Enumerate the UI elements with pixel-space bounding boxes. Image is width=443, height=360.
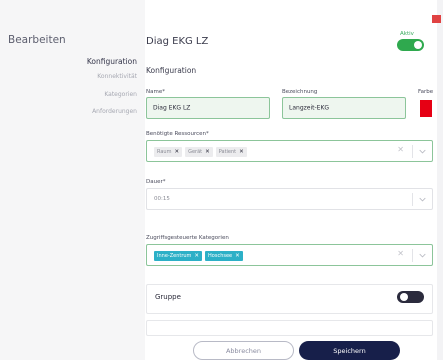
select-divider: [412, 249, 413, 262]
dialog-title: Diag EKG LZ: [146, 36, 209, 47]
gruppe-card: Gruppe: [146, 284, 433, 314]
cancel-button[interactable]: Abbrechen: [193, 341, 294, 360]
name-value: Diag EKG LZ: [153, 104, 191, 112]
select-divider: [412, 145, 413, 158]
remove-icon[interactable]: ✕: [174, 149, 179, 155]
save-button[interactable]: Speichern: [299, 341, 400, 360]
chip-label: Patient: [218, 149, 237, 155]
remove-icon[interactable]: ✕: [239, 149, 244, 155]
bezeichnung-label: Bezeichnung: [282, 89, 318, 95]
section-title: Konfiguration: [146, 66, 197, 75]
clear-icon[interactable]: ✕: [397, 145, 404, 154]
chip-geraet: Gerät ✕: [185, 147, 213, 157]
chip-inne-zentrum: Inne-Zentrum ✕: [154, 251, 203, 261]
chip-label: Inne-Zentrum: [157, 253, 192, 259]
sidebar-item-kategorien[interactable]: Kategorien: [104, 91, 137, 98]
farbe-label: Farbe: [418, 89, 434, 95]
color-swatch[interactable]: [420, 100, 432, 117]
ressourcen-select[interactable]: Raum ✕ Gerät ✕ Patient ✕ ✕: [146, 140, 433, 162]
chip-label: Gerät: [188, 149, 203, 155]
close-marker[interactable]: [432, 15, 441, 23]
active-toggle-label: Aktiv: [400, 31, 414, 37]
chip-label: Hoschsee: [208, 253, 233, 259]
chip-raum: Raum ✕: [154, 147, 183, 157]
dauer-value: 00:15: [154, 196, 170, 202]
remove-icon[interactable]: ✕: [235, 253, 240, 259]
chip-hoschsee: Hoschsee ✕: [205, 251, 243, 261]
sidebar-item-konfiguration[interactable]: Konfiguration: [87, 57, 137, 66]
chip-label: Raum: [157, 149, 172, 155]
name-field[interactable]: Diag EKG LZ: [146, 97, 270, 119]
next-card: [146, 320, 433, 336]
gruppe-label: Gruppe: [155, 293, 181, 301]
kategorien-chips: Inne-Zentrum ✕ Hoschsee ✕: [154, 251, 243, 261]
active-toggle[interactable]: [397, 39, 424, 51]
dauer-select[interactable]: 00:15: [146, 188, 433, 210]
dauer-label: Dauer*: [146, 179, 166, 185]
edit-dialog-page: Bearbeiten Konfiguration Konnektivität K…: [0, 0, 443, 360]
toggle-knob: [414, 41, 422, 49]
sidebar-item-anforderungen[interactable]: Anforderungen: [92, 108, 137, 115]
clear-icon[interactable]: ✕: [397, 249, 404, 258]
kategorien-select[interactable]: Inne-Zentrum ✕ Hoschsee ✕ ✕: [146, 244, 433, 266]
sidebar-title: Bearbeiten: [8, 34, 66, 46]
toggle-knob: [400, 293, 408, 301]
chevron-down-icon[interactable]: [419, 252, 426, 259]
remove-icon[interactable]: ✕: [205, 149, 210, 155]
ressourcen-chips: Raum ✕ Gerät ✕ Patient ✕: [154, 147, 247, 157]
kategorien-label: Zugriffsgesteuerte Kategorien: [146, 235, 229, 241]
select-divider: [412, 193, 413, 206]
name-label: Name*: [146, 89, 165, 95]
bezeichnung-value: Langzeit-EKG: [289, 104, 330, 112]
chevron-down-icon[interactable]: [419, 148, 426, 155]
sidebar-item-konnektivitaet[interactable]: Konnektivität: [97, 73, 137, 80]
chip-patient: Patient ✕: [215, 147, 247, 157]
ressourcen-label: Benötigte Ressourcen*: [146, 131, 209, 137]
chevron-down-icon[interactable]: [419, 196, 426, 203]
bezeichnung-field[interactable]: Langzeit-EKG: [282, 97, 406, 119]
sidebar: Bearbeiten Konfiguration Konnektivität K…: [0, 0, 145, 360]
right-edge-panel: [437, 0, 443, 360]
remove-icon[interactable]: ✕: [194, 253, 199, 259]
gruppe-toggle[interactable]: [397, 291, 424, 303]
